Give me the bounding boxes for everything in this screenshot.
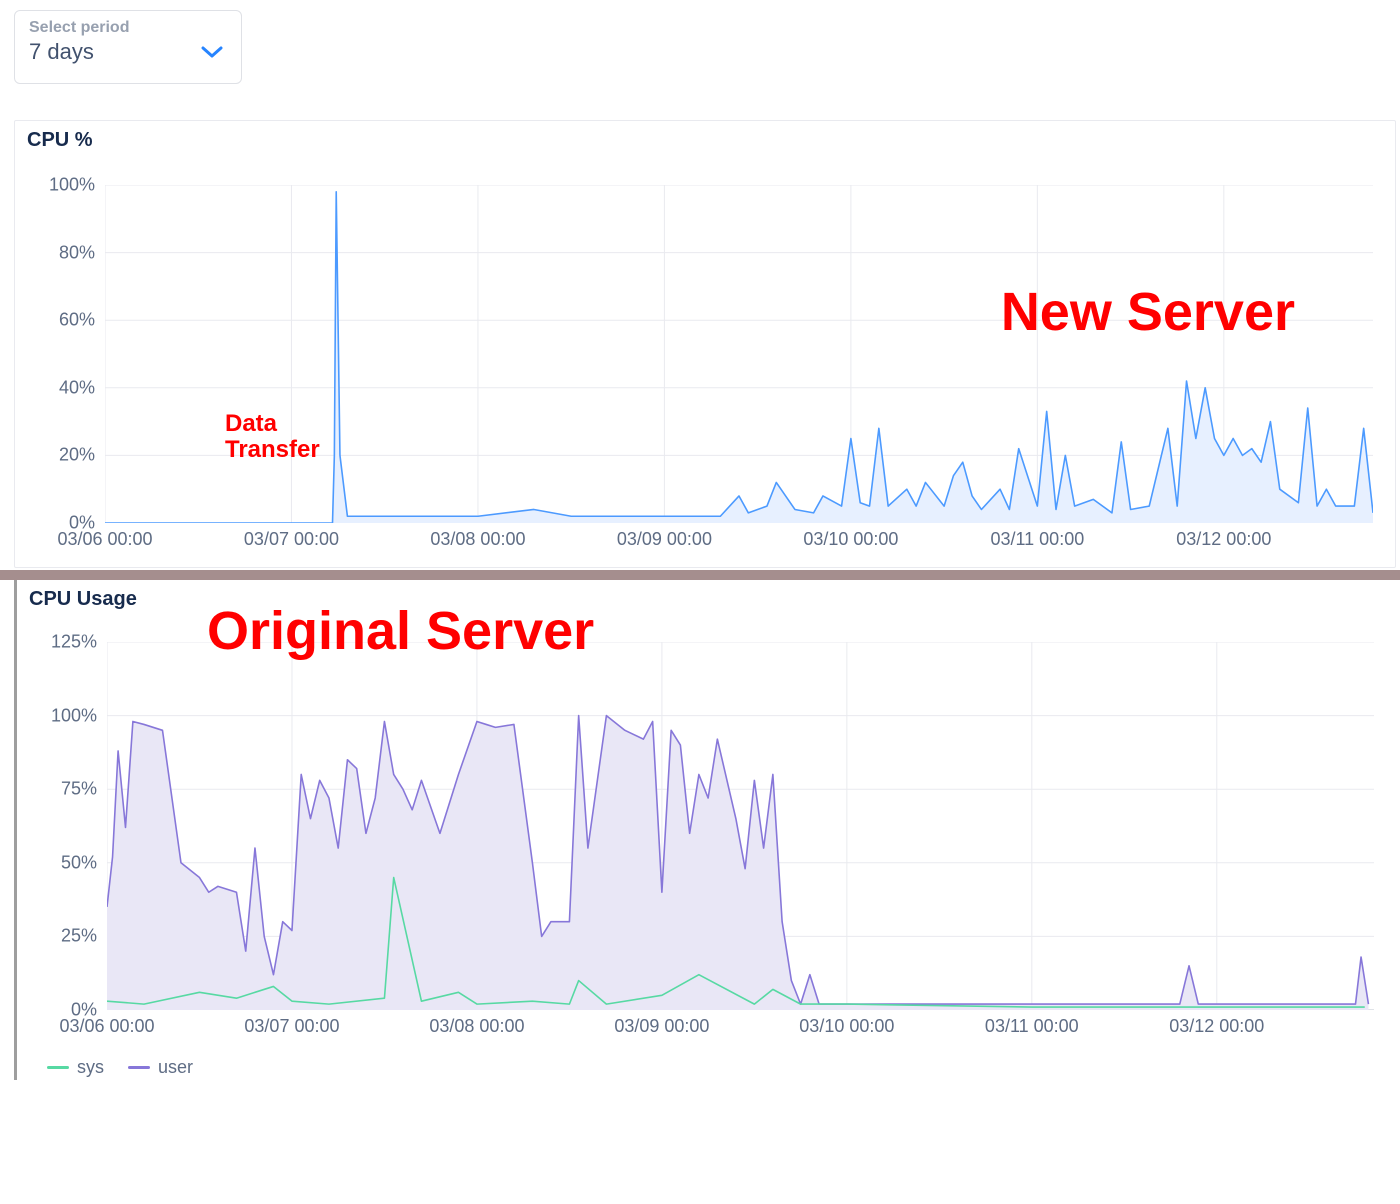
legend-item: sys [47,1057,104,1078]
cpu-percent-panel: CPU % 0%20%40%60%80%100%03/06 00:0003/07… [14,120,1396,568]
annotation-original-server: Original Server [207,600,594,662]
annotation-new-server: New Server [1001,281,1295,343]
y-tick-label: 25% [61,926,107,947]
panel-divider [0,570,1400,580]
x-tick-label: 03/12 00:00 [1169,1010,1264,1037]
period-select[interactable]: Select period 7 days [14,10,242,84]
panel-title: CPU % [27,129,93,152]
y-tick-label: 60% [59,310,105,331]
chevron-down-icon [201,45,223,59]
legend: sys user [47,1057,193,1078]
x-tick-label: 03/08 00:00 [430,523,525,550]
legend-label: sys [77,1057,104,1078]
legend-item: user [128,1057,193,1078]
legend-swatch [128,1066,150,1069]
x-tick-label: 03/12 00:00 [1176,523,1271,550]
y-tick-label: 80% [59,242,105,263]
y-tick-label: 75% [61,779,107,800]
cpu-usage-panel: CPU Usage 0%25%50%75%100%125%03/06 00:00… [14,580,1396,1080]
legend-label: user [158,1057,193,1078]
legend-swatch [47,1066,69,1069]
y-tick-label: 125% [51,632,107,653]
x-tick-label: 03/11 00:00 [990,523,1084,550]
x-tick-label: 03/06 00:00 [57,523,152,550]
x-tick-label: 03/07 00:00 [244,1010,339,1037]
chart-svg [105,185,1373,523]
y-tick-label: 100% [51,705,107,726]
x-tick-label: 03/09 00:00 [614,1010,709,1037]
y-tick-label: 50% [61,852,107,873]
x-tick-label: 03/10 00:00 [803,523,898,550]
x-tick-label: 03/07 00:00 [244,523,339,550]
y-tick-label: 100% [49,175,105,196]
x-tick-label: 03/10 00:00 [799,1010,894,1037]
period-select-value: 7 days [29,39,227,65]
annotation-data-transfer: DataTransfer [225,411,320,464]
cpu-usage-chart[interactable]: 0%25%50%75%100%125%03/06 00:0003/07 00:0… [35,626,1382,1044]
x-tick-label: 03/11 00:00 [985,1010,1079,1037]
cpu-percent-chart[interactable]: 0%20%40%60%80%100%03/06 00:0003/07 00:00… [33,169,1381,557]
y-tick-label: 40% [59,377,105,398]
chart-svg [107,642,1374,1010]
x-tick-label: 03/08 00:00 [429,1010,524,1037]
period-select-label: Select period [29,19,227,37]
x-tick-label: 03/09 00:00 [617,523,712,550]
panel-title: CPU Usage [29,588,137,611]
y-tick-label: 20% [59,445,105,466]
x-tick-label: 03/06 00:00 [59,1010,154,1037]
